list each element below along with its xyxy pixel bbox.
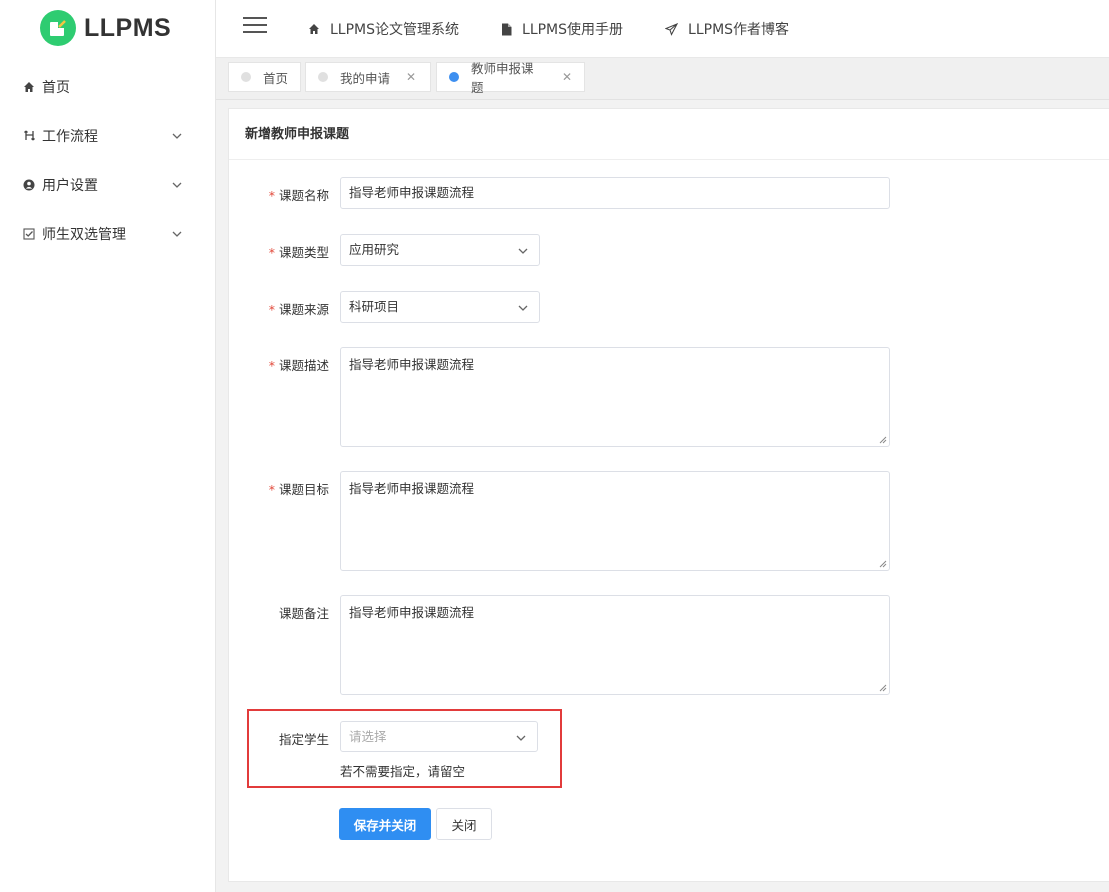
resize-handle-icon[interactable] (879, 560, 887, 568)
topic-source-select[interactable]: 科研项目 (340, 291, 540, 323)
chevron-down-icon (518, 248, 528, 254)
field-label: * 课题描述 (268, 358, 329, 373)
tab-status-dot (241, 72, 251, 82)
top-nav: LLPMS论文管理系统 LLPMS使用手册 LLPMS作者博客 (308, 0, 831, 58)
topnav-link-blog[interactable]: LLPMS作者博客 (665, 19, 789, 39)
resize-handle-icon[interactable] (879, 684, 887, 692)
required-mark: * (268, 302, 275, 317)
topnav-link-label: LLPMS使用手册 (522, 22, 624, 38)
textarea-value: 指导老师申报课题流程 (349, 357, 475, 372)
sidebar-menu: 首页 工作流程 用户设置 师生双选管理 (0, 62, 215, 258)
close-icon[interactable]: ✕ (562, 70, 572, 84)
sidebar-item-workflow[interactable]: 工作流程 (0, 111, 215, 160)
topic-description-textarea[interactable]: 指导老师申报课题流程 (340, 347, 890, 447)
chevron-down-icon (171, 179, 183, 191)
tab-label: 首页 (263, 70, 289, 86)
sidebar-item-label: 工作流程 (42, 128, 98, 145)
tab-bar: 首页 我的申请 ✕ 教师申报课题 ✕ (216, 58, 1109, 100)
topnav-link-label: LLPMS作者博客 (688, 22, 790, 38)
tab-label: 教师申报课题 (470, 61, 534, 95)
save-and-close-button[interactable]: 保存并关闭 (339, 808, 431, 840)
menu-toggle-icon[interactable] (243, 17, 267, 35)
home-icon (22, 80, 36, 94)
chevron-down-icon (171, 130, 183, 142)
topnav-link-manual[interactable]: LLPMS使用手册 (501, 19, 623, 39)
sidebar-item-user-settings[interactable]: 用户设置 (0, 160, 215, 209)
required-mark: * (268, 188, 275, 203)
tab-label: 我的申请 (340, 70, 391, 86)
tab-status-dot (318, 72, 328, 82)
tab-home[interactable]: 首页 (228, 62, 301, 92)
select-value: 科研项目 (349, 299, 400, 314)
sidebar-item-home[interactable]: 首页 (0, 62, 215, 111)
field-label: * 课题目标 (268, 482, 329, 497)
logo-text: LLPMS (84, 13, 172, 42)
file-icon (502, 23, 512, 35)
required-mark: * (268, 482, 275, 497)
send-icon (665, 22, 679, 36)
select-value: 应用研究 (349, 242, 400, 257)
topic-remark-textarea[interactable]: 指导老师申报课题流程 (340, 595, 890, 695)
field-label: 课题备注 (278, 606, 329, 621)
sidebar: LLPMS 首页 工作流程 用户设置 师生双选管理 (0, 0, 216, 892)
chevron-down-icon (171, 228, 183, 240)
tab-status-dot (449, 72, 459, 82)
chevron-down-icon (518, 305, 528, 311)
required-mark: * (268, 358, 275, 373)
tab-teacher-topic[interactable]: 教师申报课题 ✕ (436, 61, 585, 95)
logo-icon (40, 10, 76, 46)
sidebar-item-mutual-selection[interactable]: 师生双选管理 (0, 209, 215, 258)
topnav-link-system[interactable]: LLPMS论文管理系统 (308, 19, 459, 39)
resize-handle-icon[interactable] (879, 436, 887, 444)
top-bar: LLPMS论文管理系统 LLPMS使用手册 LLPMS作者博客 (216, 0, 1109, 58)
workflow-icon (22, 129, 36, 143)
field-label: * 课题来源 (268, 302, 329, 317)
tab-my-applications[interactable]: 我的申请 ✕ (305, 62, 431, 92)
required-mark: * (268, 245, 275, 260)
sidebar-item-label: 用户设置 (42, 177, 98, 194)
textarea-value: 指导老师申报课题流程 (349, 481, 475, 496)
topnav-link-label: LLPMS论文管理系统 (330, 22, 460, 38)
checkbox-icon (22, 227, 36, 241)
topic-type-select[interactable]: 应用研究 (340, 234, 540, 266)
close-button[interactable]: 关闭 (436, 808, 492, 840)
field-label: * 课题类型 (268, 245, 329, 260)
user-icon (22, 178, 36, 192)
textarea-value: 指导老师申报课题流程 (349, 605, 475, 620)
home-icon (309, 24, 319, 34)
field-label: * 课题名称 (268, 188, 329, 203)
logo[interactable]: LLPMS (40, 10, 171, 46)
page-title: 新增教师申报课题 (229, 109, 1109, 160)
sidebar-item-label: 首页 (42, 79, 70, 96)
close-icon[interactable]: ✕ (406, 70, 416, 84)
topic-goal-textarea[interactable]: 指导老师申报课题流程 (340, 471, 890, 571)
sidebar-item-label: 师生双选管理 (42, 226, 126, 243)
highlight-annotation (247, 709, 562, 788)
topic-name-input[interactable]: 指导老师申报课题流程 (340, 177, 890, 209)
